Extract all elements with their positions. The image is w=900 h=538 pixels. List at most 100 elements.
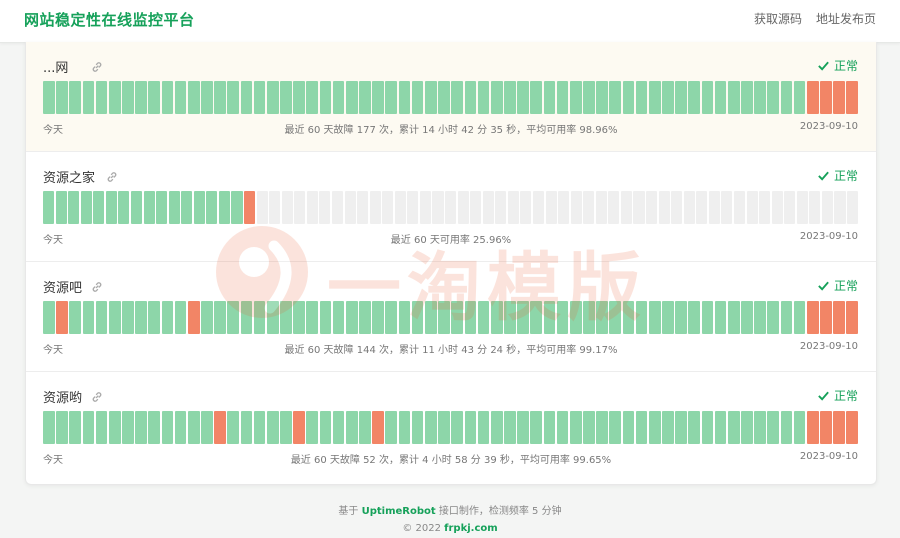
- site-title[interactable]: 网站稳定性在线监控平台: [24, 9, 195, 30]
- uptime-day-bar[interactable]: [118, 191, 130, 224]
- uptime-day-bar[interactable]: [648, 81, 661, 114]
- uptime-day-bar[interactable]: [820, 301, 832, 334]
- uptime-day-bar[interactable]: [767, 411, 780, 444]
- uptime-day-bar[interactable]: [174, 301, 187, 334]
- link-icon[interactable]: [90, 389, 104, 403]
- uptime-day-bar[interactable]: [490, 411, 503, 444]
- uptime-day-bar[interactable]: [683, 191, 695, 224]
- uptime-day-bar[interactable]: [570, 191, 582, 224]
- uptime-day-bar[interactable]: [569, 301, 582, 334]
- uptime-day-bar[interactable]: [253, 301, 266, 334]
- uptime-day-bar[interactable]: [741, 301, 753, 334]
- uptime-day-bar[interactable]: [754, 301, 766, 334]
- uptime-day-bar[interactable]: [477, 301, 490, 334]
- uptime-day-bar[interactable]: [256, 191, 268, 224]
- uptime-day-bar[interactable]: [143, 191, 155, 224]
- uptime-day-bar[interactable]: [244, 191, 256, 224]
- uptime-day-bar[interactable]: [306, 191, 318, 224]
- uptime-day-bar[interactable]: [240, 411, 253, 444]
- uptime-day-bar[interactable]: [583, 301, 595, 334]
- uptime-day-bar[interactable]: [56, 411, 68, 444]
- uptime-day-bar[interactable]: [253, 81, 266, 114]
- uptime-day-bar[interactable]: [281, 191, 293, 224]
- uptime-day-bar[interactable]: [622, 411, 635, 444]
- uptime-day-bar[interactable]: [451, 301, 463, 334]
- uptime-day-bar[interactable]: [504, 301, 516, 334]
- uptime-day-bar[interactable]: [135, 301, 147, 334]
- uptime-day-bar[interactable]: [332, 301, 345, 334]
- domain-link[interactable]: frpkj.com: [444, 523, 498, 534]
- uptime-day-bar[interactable]: [122, 411, 134, 444]
- uptime-day-bar[interactable]: [820, 81, 832, 114]
- uptime-day-bar[interactable]: [701, 301, 714, 334]
- uptime-day-bar[interactable]: [359, 301, 371, 334]
- uptime-day-bar[interactable]: [69, 301, 82, 334]
- uptime-day-bar[interactable]: [635, 81, 648, 114]
- uptime-day-bar[interactable]: [319, 301, 332, 334]
- uptime-day-bar[interactable]: [411, 411, 424, 444]
- uptime-day-bar[interactable]: [733, 191, 745, 224]
- uptime-day-bar[interactable]: [793, 411, 806, 444]
- uptime-day-bar[interactable]: [95, 301, 108, 334]
- uptime-day-bar[interactable]: [609, 301, 622, 334]
- uptime-day-bar[interactable]: [622, 81, 635, 114]
- uptime-day-bar[interactable]: [583, 191, 595, 224]
- uptime-day-bar[interactable]: [95, 81, 108, 114]
- uptime-day-bar[interactable]: [344, 191, 356, 224]
- uptime-day-bar[interactable]: [793, 301, 806, 334]
- uptime-day-bar[interactable]: [398, 411, 411, 444]
- uptime-day-bar[interactable]: [161, 301, 174, 334]
- uptime-day-bar[interactable]: [187, 81, 200, 114]
- uptime-day-bar[interactable]: [369, 191, 381, 224]
- uptime-day-bar[interactable]: [56, 81, 68, 114]
- uptime-day-bar[interactable]: [43, 81, 55, 114]
- uptime-day-bar[interactable]: [741, 81, 753, 114]
- uptime-day-bar[interactable]: [701, 411, 714, 444]
- uptime-day-bar[interactable]: [504, 411, 516, 444]
- uptime-day-bar[interactable]: [306, 411, 319, 444]
- uptime-day-bar[interactable]: [558, 191, 570, 224]
- uptime-day-bar[interactable]: [595, 191, 607, 224]
- uptime-day-bar[interactable]: [847, 191, 859, 224]
- uptime-day-bar[interactable]: [148, 301, 161, 334]
- uptime-day-bar[interactable]: [780, 411, 793, 444]
- uptime-day-bar[interactable]: [821, 191, 833, 224]
- uptime-day-bar[interactable]: [609, 81, 622, 114]
- uptime-day-bar[interactable]: [201, 411, 213, 444]
- uptime-day-bar[interactable]: [122, 81, 134, 114]
- uptime-day-bar[interactable]: [359, 411, 371, 444]
- uptime-day-bar[interactable]: [319, 191, 331, 224]
- uptime-day-bar[interactable]: [675, 81, 687, 114]
- uptime-day-bar[interactable]: [543, 81, 556, 114]
- uptime-day-bar[interactable]: [231, 191, 243, 224]
- uptime-day-bar[interactable]: [477, 411, 490, 444]
- uptime-day-bar[interactable]: [806, 411, 819, 444]
- uptime-day-bar[interactable]: [424, 81, 437, 114]
- uptime-day-bar[interactable]: [148, 81, 161, 114]
- uptime-day-bar[interactable]: [543, 411, 556, 444]
- uptime-day-bar[interactable]: [833, 411, 845, 444]
- uptime-day-bar[interactable]: [671, 191, 683, 224]
- uptime-day-bar[interactable]: [532, 191, 544, 224]
- uptime-day-bar[interactable]: [161, 411, 174, 444]
- uptime-day-bar[interactable]: [596, 301, 608, 334]
- uptime-day-bar[interactable]: [490, 81, 503, 114]
- uptime-day-bar[interactable]: [457, 191, 469, 224]
- uptime-day-bar[interactable]: [293, 411, 305, 444]
- uptime-day-bar[interactable]: [620, 191, 632, 224]
- uptime-day-bar[interactable]: [174, 81, 187, 114]
- uptime-day-bar[interactable]: [135, 411, 147, 444]
- uptime-day-bar[interactable]: [767, 81, 780, 114]
- uptime-day-bar[interactable]: [438, 301, 450, 334]
- uptime-day-bar[interactable]: [411, 81, 424, 114]
- uptime-day-bar[interactable]: [490, 301, 503, 334]
- uptime-day-bar[interactable]: [181, 191, 193, 224]
- uptime-day-bar[interactable]: [266, 301, 279, 334]
- uptime-day-bar[interactable]: [622, 301, 635, 334]
- uptime-day-bar[interactable]: [280, 411, 292, 444]
- uptime-day-bar[interactable]: [280, 81, 292, 114]
- uptime-day-bar[interactable]: [530, 411, 543, 444]
- uptime-day-bar[interactable]: [714, 301, 727, 334]
- uptime-day-bar[interactable]: [438, 81, 450, 114]
- uptime-day-bar[interactable]: [635, 411, 648, 444]
